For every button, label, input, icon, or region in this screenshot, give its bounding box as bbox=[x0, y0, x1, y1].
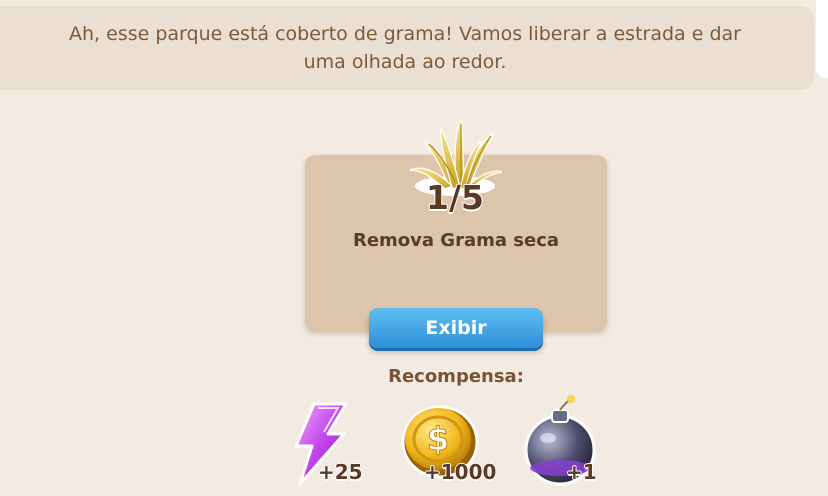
energy-reward-amount: +25 bbox=[318, 460, 364, 485]
coin-reward-amount: +1000 bbox=[423, 460, 497, 485]
dialog-bubble: Ah, esse parque está coberto de grama! V… bbox=[0, 6, 814, 90]
svg-text:$: $ bbox=[427, 420, 449, 458]
dialog-line-1: Ah, esse parque está coberto de grama! V… bbox=[69, 23, 741, 45]
quest-progress: 1/5 bbox=[425, 177, 484, 218]
quest-task-label: Remova Grama seca bbox=[352, 230, 560, 251]
quest-screen: Ah, esse parque está coberto de grama! V… bbox=[0, 0, 828, 496]
dialog-line-2: uma olhada ao redor. bbox=[303, 51, 507, 73]
bomb-reward-amount: +1 bbox=[566, 460, 598, 485]
reward-title: Recompensa: bbox=[388, 366, 524, 387]
show-button[interactable]: Exibir bbox=[369, 308, 543, 348]
dialog-text: Ah, esse parque está coberto de grama! V… bbox=[30, 20, 780, 76]
edge-panel bbox=[816, 0, 828, 78]
